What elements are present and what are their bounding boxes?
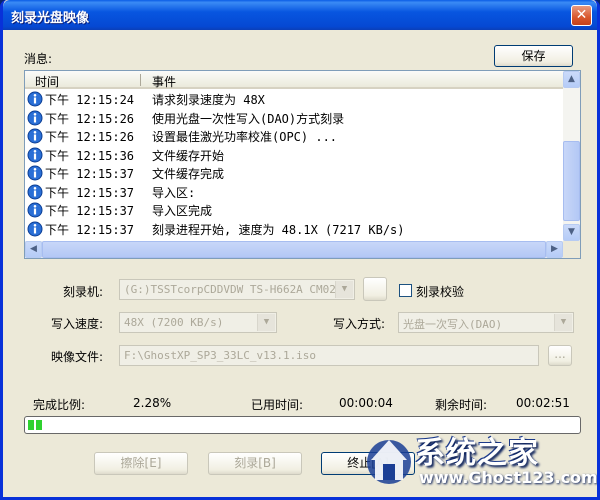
column-header-time[interactable]: 时间 bbox=[35, 73, 59, 90]
burn-disc-image-window: 刻录光盘映像 ✕ 消息: 保存 时间 事件 下午 12:15:24 请求刻录速度为… bbox=[0, 0, 600, 500]
info-icon bbox=[27, 202, 43, 218]
scroll-up-icon[interactable]: ▲ bbox=[563, 71, 580, 88]
save-button[interactable]: 保存 bbox=[494, 45, 573, 67]
message-time: 下午 12:15:37 bbox=[45, 222, 135, 237]
chevron-down-icon[interactable]: ▼ bbox=[554, 314, 572, 331]
speed-label: 写入速度: bbox=[51, 317, 104, 331]
message-list-header: 时间 事件 bbox=[25, 71, 563, 89]
info-icon bbox=[27, 147, 43, 162]
remaining-value: 00:02:51 bbox=[516, 396, 570, 410]
message-event: 导入区: bbox=[152, 185, 196, 200]
burn-button[interactable]: 刻录[B] bbox=[208, 452, 302, 475]
mode-select[interactable]: 光盘一次写入(DAO) ▼ bbox=[398, 312, 574, 333]
message-row[interactable]: 下午 12:15:24 请求刻录速度为 48X bbox=[25, 90, 563, 108]
info-icon bbox=[27, 221, 43, 236]
message-event: 文件缓存完成 bbox=[152, 167, 225, 181]
browse-button[interactable]: ... bbox=[548, 345, 572, 366]
house-logo-icon bbox=[367, 440, 411, 484]
message-time: 下午 12:15:37 bbox=[45, 167, 135, 181]
watermark: 系统之家 www.Ghost123.com bbox=[363, 424, 598, 497]
info-icon bbox=[27, 91, 43, 107]
watermark-text: 系统之家 bbox=[415, 436, 539, 471]
message-time: 下午 12:15:26 bbox=[45, 130, 135, 144]
message-event: 导入区完成 bbox=[152, 204, 213, 218]
column-header-event[interactable]: 事件 bbox=[152, 73, 176, 90]
message-time: 下午 12:15:37 bbox=[45, 185, 135, 200]
image-file-field[interactable]: F:\GhostXP_SP3_33LC_v13.1.iso bbox=[119, 345, 539, 366]
message-event: 文件缓存开始 bbox=[152, 148, 225, 163]
scroll-down-icon[interactable]: ▼ bbox=[563, 224, 580, 241]
erase-button[interactable]: 擦除[E] bbox=[94, 452, 188, 475]
message-row[interactable]: 下午 12:15:37 文件缓存完成 bbox=[25, 164, 563, 182]
message-row[interactable]: 下午 12:15:37 导入区: bbox=[25, 183, 563, 201]
title-bar[interactable]: 刻录光盘映像 ✕ bbox=[3, 0, 597, 30]
speed-select[interactable]: 48X (7200 KB/s) ▼ bbox=[119, 312, 277, 333]
message-row[interactable]: 下午 12:15:26 使用光盘一次性写入(DAO)方式刻录 bbox=[25, 109, 563, 127]
window-title: 刻录光盘映像 bbox=[11, 11, 90, 26]
message-event: 使用光盘一次性写入(DAO)方式刻录 bbox=[152, 111, 345, 126]
message-time: 下午 12:15:37 bbox=[45, 204, 135, 218]
info-icon bbox=[27, 165, 43, 181]
message-row[interactable]: 下午 12:15:26 设置最佳激光功率校准(OPC) ... bbox=[25, 127, 563, 145]
verify-label[interactable]: 刻录校验 bbox=[416, 283, 464, 300]
elapsed-label: 已用时间: bbox=[251, 398, 304, 412]
message-event: 刻录进程开始, 速度为 48.1X (7217 KB/s) bbox=[152, 222, 405, 237]
message-row[interactable]: 下午 12:15:37 刻录进程开始, 速度为 48.1X (7217 KB/s) bbox=[25, 220, 563, 238]
elapsed-value: 00:00:04 bbox=[339, 396, 393, 410]
chevron-down-icon[interactable]: ▼ bbox=[257, 314, 275, 331]
messages-label: 消息: bbox=[24, 52, 53, 66]
horizontal-scrollbar[interactable]: ◀ ▶ bbox=[25, 241, 563, 258]
vertical-scrollbar[interactable]: ▲ ▼ bbox=[563, 71, 580, 241]
scroll-left-icon[interactable]: ◀ bbox=[25, 241, 42, 258]
scroll-right-icon[interactable]: ▶ bbox=[546, 241, 563, 258]
message-event: 设置最佳激光功率校准(OPC) ... bbox=[152, 130, 338, 144]
message-row[interactable]: 下午 12:15:36 文件缓存开始 bbox=[25, 146, 563, 164]
message-event: 请求刻录速度为 48X bbox=[152, 93, 265, 107]
info-icon bbox=[27, 184, 43, 199]
message-time: 下午 12:15:26 bbox=[45, 111, 135, 126]
progress-fill bbox=[28, 420, 42, 430]
recorder-label: 刻录机: bbox=[63, 285, 104, 299]
image-file-label: 映像文件: bbox=[51, 350, 104, 364]
horizontal-scroll-thumb[interactable] bbox=[42, 241, 546, 258]
info-icon bbox=[27, 128, 43, 144]
chevron-down-icon[interactable]: ▼ bbox=[335, 281, 353, 298]
remaining-label: 剩余时间: bbox=[435, 398, 488, 412]
message-time: 下午 12:15:24 bbox=[45, 93, 135, 107]
info-icon bbox=[27, 110, 43, 125]
watermark-url: www.Ghost123.com bbox=[419, 468, 598, 487]
message-list[interactable]: 时间 事件 下午 12:15:24 请求刻录速度为 48X 下午 12:15:26 使… bbox=[24, 70, 581, 259]
message-time: 下午 12:15:36 bbox=[45, 148, 135, 163]
percent-value: 2.28% bbox=[133, 396, 172, 410]
percent-label: 完成比例: bbox=[33, 398, 86, 412]
verify-checkbox[interactable] bbox=[399, 284, 412, 297]
vertical-scroll-thumb[interactable] bbox=[563, 141, 580, 221]
scroll-corner bbox=[563, 241, 580, 258]
recorder-options-button[interactable] bbox=[363, 277, 387, 301]
mode-label: 写入方式: bbox=[333, 317, 386, 331]
recorder-select[interactable]: (G:)TSSTcorpCDDVDW TS-H662A CM02 ▼ bbox=[119, 279, 355, 300]
message-row[interactable]: 下午 12:15:37 导入区完成 bbox=[25, 201, 563, 219]
close-button[interactable]: ✕ bbox=[571, 5, 592, 26]
